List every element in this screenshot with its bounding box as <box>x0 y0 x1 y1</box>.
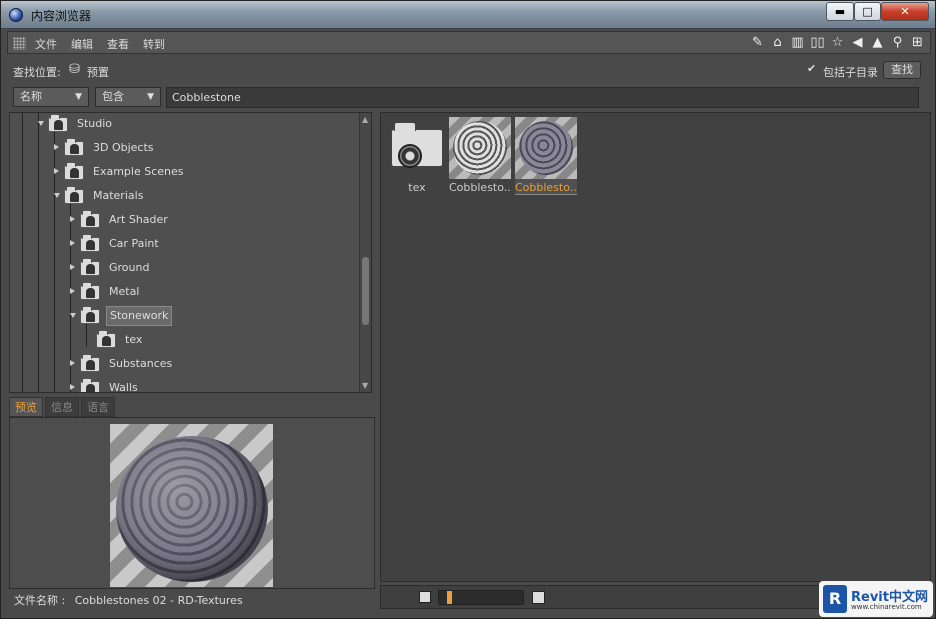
app-icon <box>9 8 23 22</box>
expand-icon[interactable] <box>70 216 75 222</box>
field-dropdown[interactable]: 名称 ▼ <box>13 87 89 107</box>
large-thumbnail-icon[interactable] <box>532 591 545 604</box>
title-bar: 内容浏览器 ▬ □ ✕ <box>1 1 935 29</box>
watermark-url: www.chinarevit.com <box>851 603 922 611</box>
folder-icon <box>80 234 100 252</box>
folder-icon <box>96 330 116 348</box>
stone-sphere <box>116 436 268 582</box>
menubar: 文件 编辑 查看 转到 ✎ ⌂ ▥ ▯▯ ☆ ◀ ▲ ⚲ ⊞ <box>7 31 931 54</box>
scroll-down-icon[interactable]: ▼ <box>362 381 368 390</box>
search-input[interactable]: Cobblestone <box>166 87 919 108</box>
folder-icon <box>80 258 100 276</box>
menu-file[interactable]: 文件 <box>35 36 57 52</box>
tab-language[interactable]: 语言 <box>81 397 115 417</box>
tree-scrollbar[interactable]: ▲ ▼ <box>359 113 371 392</box>
expand-icon[interactable] <box>70 384 75 390</box>
folder-icon <box>64 138 84 156</box>
folder-icon <box>80 378 100 392</box>
content-grid[interactable]: tex Cobblesto... Cobblesto... <box>380 112 931 582</box>
menu-edit[interactable]: 编辑 <box>71 36 93 52</box>
expand-icon[interactable] <box>70 360 75 366</box>
match-dropdown-value: 包含 <box>102 90 124 103</box>
scroll-thumb[interactable] <box>362 257 369 325</box>
gear-icon <box>398 144 422 168</box>
folder-icon <box>80 354 100 372</box>
menu-view[interactable]: 查看 <box>107 36 129 52</box>
folder-icon <box>80 282 100 300</box>
collapse-icon[interactable] <box>70 313 76 318</box>
tree-guide <box>22 113 23 392</box>
match-dropdown[interactable]: 包含 ▼ <box>95 87 161 107</box>
folder-icon <box>80 210 100 228</box>
watermark: R Revit中文网 www.chinarevit.com <box>819 581 933 617</box>
folder-icon <box>64 162 84 180</box>
collapse-icon[interactable] <box>38 121 44 126</box>
filter-row: 名称 ▼ 包含 ▼ Cobblestone <box>7 87 931 109</box>
content-item-label: Cobblesto... <box>449 181 511 194</box>
expand-icon[interactable] <box>54 144 59 150</box>
folder-icon <box>391 122 443 168</box>
star-icon[interactable]: ☆ <box>829 34 846 51</box>
content-item-cobblestone-2[interactable]: Cobblesto... <box>515 117 577 195</box>
minimize-button[interactable]: ▬ <box>826 2 854 21</box>
bin-icon[interactable]: ▥ <box>789 34 806 51</box>
field-dropdown-value: 名称 <box>20 90 42 103</box>
search-button[interactable]: 查找 <box>883 61 921 79</box>
collapse-icon[interactable] <box>54 193 60 198</box>
toolbar: ✎ ⌂ ▥ ▯▯ ☆ ◀ ▲ ⚲ ⊞ <box>749 34 926 52</box>
home-icon[interactable]: ⌂ <box>769 34 786 51</box>
preview-tabs: 预览 信息 语言 <box>9 397 115 417</box>
tree-guide <box>86 323 87 347</box>
folder-icon <box>64 186 84 204</box>
folder-thumbnail <box>386 117 448 179</box>
scroll-up-icon[interactable]: ▲ <box>362 115 368 124</box>
material-thumbnail <box>515 117 577 179</box>
maximize-button[interactable]: □ <box>854 2 881 21</box>
tab-info[interactable]: 信息 <box>45 397 79 417</box>
zoom-slider-thumb[interactable] <box>447 591 452 604</box>
tab-preview[interactable]: 预览 <box>9 397 43 417</box>
location-label: 查找位置: <box>13 66 61 79</box>
search-icon[interactable]: ⚲ <box>889 34 906 51</box>
edit-icon[interactable]: ✎ <box>749 34 766 51</box>
folder-icon <box>80 306 100 324</box>
content-browser-window: 内容浏览器 ▬ □ ✕ 文件 编辑 查看 转到 ✎ ⌂ ▥ ▯▯ ☆ ◀ ▲ ⚲… <box>0 0 936 619</box>
up-icon[interactable]: ▲ <box>869 34 886 51</box>
revit-logo: R <box>823 585 847 613</box>
folder-icon <box>48 114 68 132</box>
filename-label: 文件名称 : <box>14 594 66 607</box>
location-value[interactable]: 预置 <box>87 64 109 80</box>
include-sub-label: 包括子目录 <box>823 66 878 79</box>
small-thumbnail-icon[interactable] <box>419 591 431 603</box>
expand-icon[interactable] <box>70 288 75 294</box>
window-title: 内容浏览器 <box>31 9 92 23</box>
zoom-slider[interactable] <box>438 590 524 605</box>
filename-row: 文件名称 : Cobblestones 02 - RD-Textures <box>14 592 243 608</box>
menu-goto[interactable]: 转到 <box>143 36 165 52</box>
add-icon[interactable]: ⊞ <box>909 34 926 51</box>
preview-panel <box>9 417 375 589</box>
material-thumbnail <box>449 117 511 179</box>
back-icon[interactable]: ◀ <box>849 34 866 51</box>
include-sub-checkbox[interactable]: ✔ <box>807 63 819 75</box>
expand-icon[interactable] <box>70 240 75 246</box>
folder-tree[interactable]: Studio 3D Objects Example Scenes Materia… <box>9 112 372 393</box>
filename-value: Cobblestones 02 - RD-Textures <box>74 594 243 607</box>
book-icon[interactable]: ▯▯ <box>809 34 826 51</box>
content-item-cobblestone-1[interactable]: Cobblesto... <box>449 117 511 195</box>
content-item-label: tex <box>408 181 426 194</box>
expand-icon[interactable] <box>70 264 75 270</box>
tree-guide <box>38 113 39 392</box>
content-item-label: Cobblesto... <box>515 181 577 194</box>
search-row: 查找位置: ⛁ 预置 ✔ 包括子目录 查找 <box>7 57 931 85</box>
chevron-down-icon: ▼ <box>75 92 82 102</box>
content-item-tex[interactable]: tex <box>386 117 448 195</box>
chevron-down-icon: ▼ <box>147 92 154 102</box>
material-preview-image <box>110 424 273 587</box>
close-button[interactable]: ✕ <box>881 2 929 21</box>
expand-icon[interactable] <box>54 168 59 174</box>
grip-icon[interactable] <box>13 37 26 50</box>
preset-icon: ⛁ <box>69 62 80 77</box>
